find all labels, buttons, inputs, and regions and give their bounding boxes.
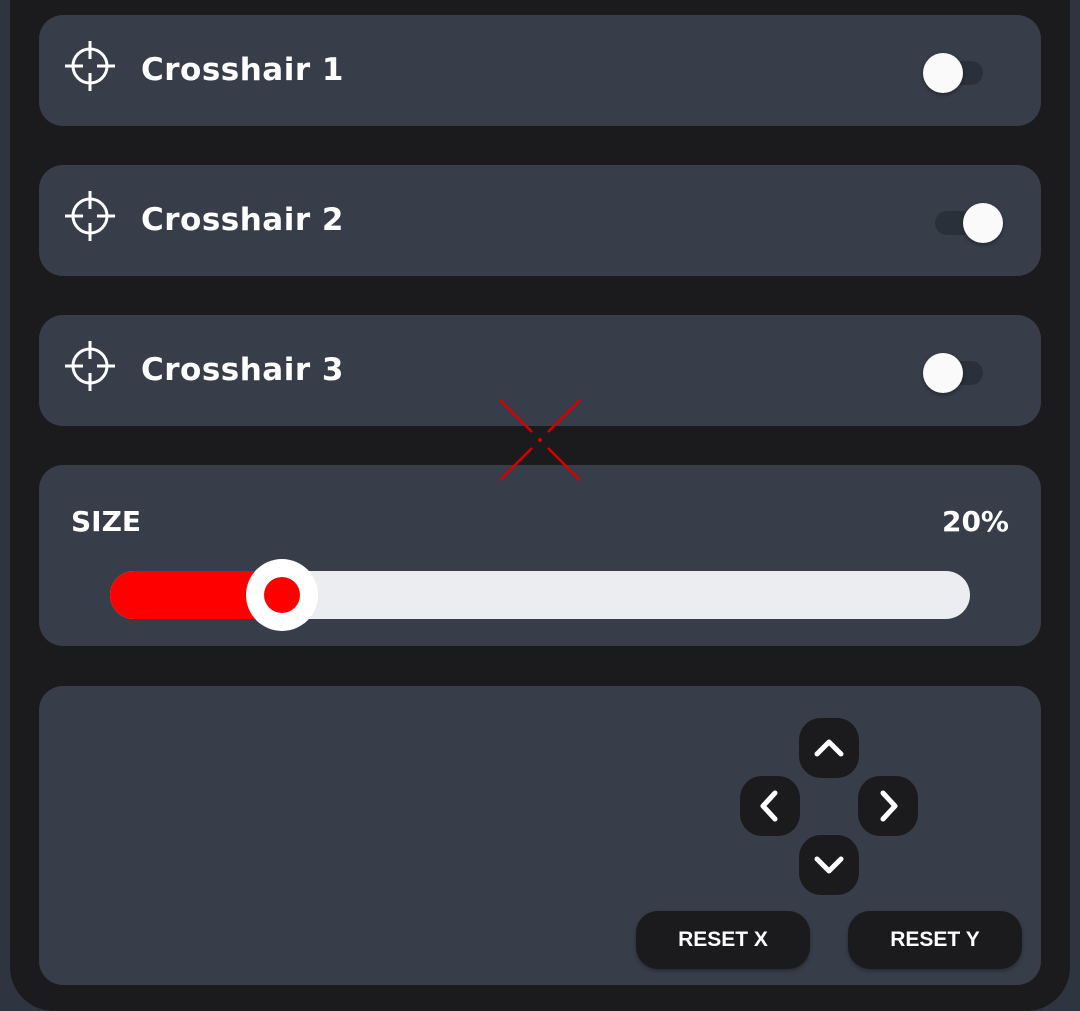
- toggle-knob[interactable]: [963, 203, 1003, 243]
- move-up-button[interactable]: [799, 718, 859, 778]
- chevron-right-icon: [880, 790, 898, 822]
- crosshair-2-toggle[interactable]: [907, 203, 1003, 243]
- move-left-button[interactable]: [740, 776, 800, 836]
- size-value: 20%: [941, 505, 1009, 538]
- crosshair-label: Crosshair 1: [141, 52, 345, 88]
- crosshair-preview-icon: [499, 399, 581, 481]
- crosshair-target-icon: [65, 191, 115, 241]
- size-label: SIZE: [71, 505, 142, 538]
- reset-x-button[interactable]: RESET X: [636, 911, 810, 969]
- move-down-button[interactable]: [799, 835, 859, 895]
- crosshair-row-1[interactable]: Crosshair 1: [39, 15, 1041, 126]
- size-slider-track[interactable]: [110, 571, 970, 619]
- crosshair-3-toggle[interactable]: [907, 353, 997, 393]
- toggle-knob[interactable]: [923, 353, 963, 393]
- chevron-down-icon: [814, 856, 844, 874]
- chevron-up-icon: [814, 739, 844, 757]
- size-slider-thumb[interactable]: [246, 559, 318, 631]
- size-card: SIZE 20%: [39, 465, 1041, 646]
- crosshair-1-toggle[interactable]: [907, 53, 997, 93]
- reset-y-button[interactable]: RESET Y: [848, 911, 1022, 969]
- crosshair-row-2[interactable]: Crosshair 2: [39, 165, 1041, 276]
- crosshair-label: Crosshair 2: [141, 202, 345, 238]
- toggle-knob[interactable]: [923, 53, 963, 93]
- position-card: RESET X RESET Y: [39, 686, 1041, 985]
- crosshair-label: Crosshair 3: [141, 352, 345, 388]
- slider-thumb-dot: [264, 577, 300, 613]
- move-right-button[interactable]: [858, 776, 918, 836]
- crosshair-target-icon: [65, 41, 115, 91]
- crosshair-target-icon: [65, 341, 115, 391]
- chevron-left-icon: [760, 790, 778, 822]
